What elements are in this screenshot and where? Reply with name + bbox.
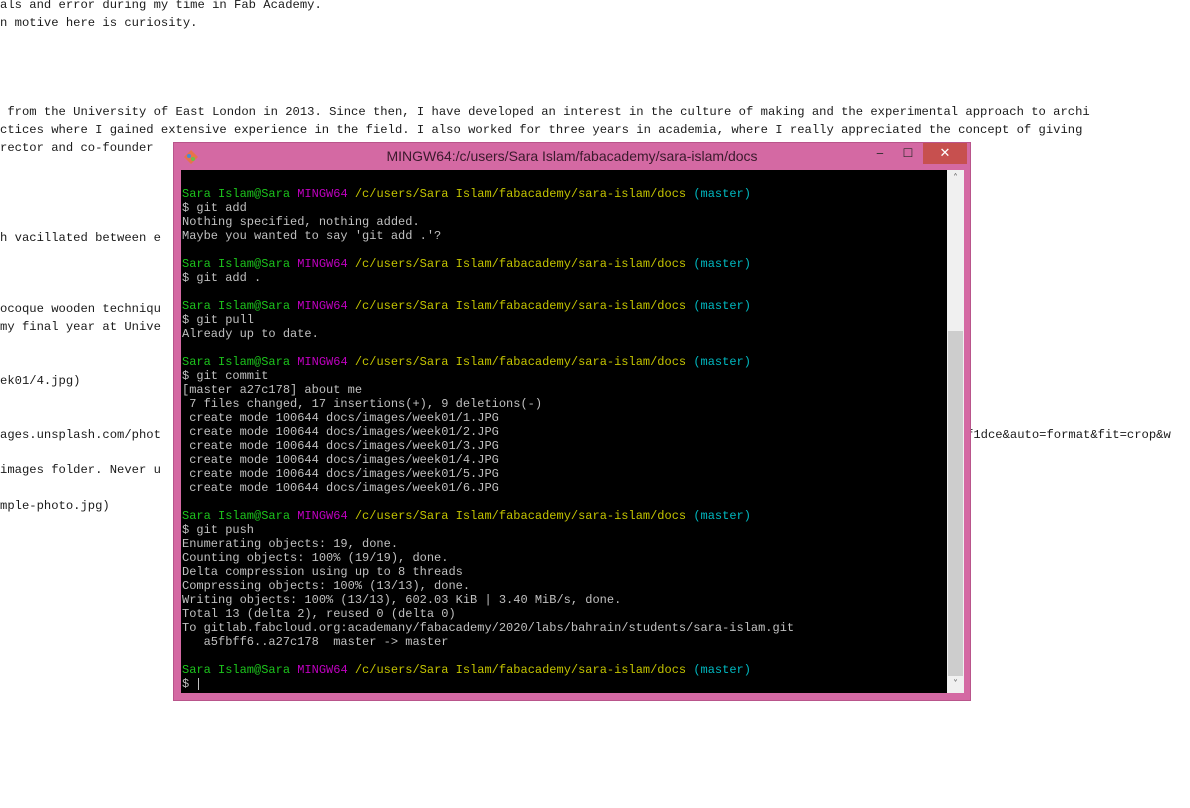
prompt-path: /c/users/Sara Islam/fabacademy/sara-isla… <box>354 187 687 201</box>
output-line: a5fbff6..a27c178 master -> master <box>182 635 449 649</box>
prompt-host: MINGW64 <box>297 509 348 523</box>
document-text-line: ctices where I gained extensive experien… <box>0 123 1083 138</box>
output-line: $ git add . <box>182 271 262 285</box>
document-text-line: n motive here is curiosity. <box>0 15 198 30</box>
prompt-path: /c/users/Sara Islam/fabacademy/sara-isla… <box>354 663 687 677</box>
output-line: $ git commit <box>182 369 269 383</box>
prompt-user: Sara Islam@Sara <box>182 257 291 271</box>
output-line: $ git add <box>182 201 247 215</box>
document-text-line: f1dce&auto=format&fit=crop&w <box>966 427 1171 442</box>
prompt-user: Sara Islam@Sara <box>182 299 291 313</box>
document-text-line: h vacillated between e <box>0 230 161 245</box>
output-line: To gitlab.fabcloud.org:academany/fabacad… <box>182 621 795 635</box>
title-bar[interactable]: MINGW64:/c/users/Sara Islam/fabacademy/s… <box>174 143 970 169</box>
document-text-line: rector and co-founder <box>0 141 154 156</box>
prompt-line: Sara Islam@Sara MINGW64 /c/users/Sara Is… <box>182 299 794 313</box>
output-line: create mode 100644 docs/images/week01/2.… <box>182 425 499 439</box>
output-line: Enumerating objects: 19, done. <box>182 537 399 551</box>
prompt-user: Sara Islam@Sara <box>182 509 291 523</box>
prompt-user: Sara Islam@Sara <box>182 187 291 201</box>
prompt-line: Sara Islam@Sara MINGW64 /c/users/Sara Is… <box>182 257 794 271</box>
output-line: $ git pull <box>182 313 255 327</box>
terminal-output[interactable]: Sara Islam@Sara MINGW64 /c/users/Sara Is… <box>181 170 947 693</box>
prompt-host: MINGW64 <box>297 187 348 201</box>
terminal-lines: Sara Islam@Sara MINGW64 /c/users/Sara Is… <box>182 187 794 691</box>
output-line: $ git push <box>182 523 255 537</box>
prompt-line: Sara Islam@Sara MINGW64 /c/users/Sara Is… <box>182 509 794 523</box>
prompt-line: Sara Islam@Sara MINGW64 /c/users/Sara Is… <box>182 663 794 677</box>
document-text-line: from the University of East London in 20… <box>0 105 1090 120</box>
output-line: Nothing specified, nothing added. <box>182 215 420 229</box>
prompt-host: MINGW64 <box>297 299 348 313</box>
window-title: MINGW64:/c/users/Sara Islam/fabacademy/s… <box>386 148 758 164</box>
output-line: Compressing objects: 100% (13/13), done. <box>182 579 471 593</box>
output-line: Counting objects: 100% (19/19), done. <box>182 551 449 565</box>
prompt-line: Sara Islam@Sara MINGW64 /c/users/Sara Is… <box>182 355 794 369</box>
scroll-down-arrow-icon[interactable]: ˅ <box>947 676 964 693</box>
prompt-branch: (master) <box>693 509 751 523</box>
prompt-branch: (master) <box>693 187 751 201</box>
prompt-path: /c/users/Sara Islam/fabacademy/sara-isla… <box>354 509 687 523</box>
prompt-line: Sara Islam@Sara MINGW64 /c/users/Sara Is… <box>182 187 794 201</box>
vertical-scrollbar[interactable]: ˄ ˅ <box>947 170 964 693</box>
document-text-line: als and error during my time in Fab Acad… <box>0 0 322 12</box>
maximize-button[interactable]: ☐ <box>894 143 922 164</box>
prompt-path: /c/users/Sara Islam/fabacademy/sara-isla… <box>354 355 687 369</box>
prompt-path: /c/users/Sara Islam/fabacademy/sara-isla… <box>354 299 687 313</box>
output-line: 7 files changed, 17 insertions(+), 9 del… <box>182 397 543 411</box>
prompt-path: /c/users/Sara Islam/fabacademy/sara-isla… <box>354 257 687 271</box>
output-line: create mode 100644 docs/images/week01/1.… <box>182 411 499 425</box>
prompt-branch: (master) <box>693 257 751 271</box>
document-text-line: ages.unsplash.com/phot <box>0 427 161 442</box>
input-prompt-symbol: $ <box>182 677 190 691</box>
prompt-branch: (master) <box>693 355 751 369</box>
close-button[interactable]: ✕ <box>923 143 967 164</box>
command-input-line[interactable]: $ <box>182 677 794 691</box>
prompt-user: Sara Islam@Sara <box>182 355 291 369</box>
output-line: create mode 100644 docs/images/week01/6.… <box>182 481 499 495</box>
output-line: Total 13 (delta 2), reused 0 (delta 0) <box>182 607 456 621</box>
document-text-line: my final year at Unive <box>0 320 161 335</box>
output-line: Maybe you wanted to say 'git add .'? <box>182 229 442 243</box>
output-line: Writing objects: 100% (13/13), 602.03 Ki… <box>182 593 622 607</box>
prompt-branch: (master) <box>693 663 751 677</box>
output-line: create mode 100644 docs/images/week01/4.… <box>182 453 499 467</box>
output-line: [master a27c178] about me <box>182 383 363 397</box>
document-text-line: images folder. Never u <box>0 463 161 478</box>
scrollbar-thumb[interactable] <box>948 331 963 676</box>
prompt-user: Sara Islam@Sara <box>182 663 291 677</box>
document-text-line: mple-photo.jpg) <box>0 499 110 514</box>
prompt-host: MINGW64 <box>297 355 348 369</box>
minimize-button[interactable]: ‒ <box>866 143 894 164</box>
document-text-line: ek01/4.jpg) <box>0 373 81 388</box>
scroll-up-arrow-icon[interactable]: ˄ <box>947 170 964 187</box>
output-line: Delta compression using up to 8 threads <box>182 565 463 579</box>
output-line: create mode 100644 docs/images/week01/5.… <box>182 467 499 481</box>
prompt-host: MINGW64 <box>297 257 348 271</box>
text-cursor <box>198 677 200 690</box>
output-line: create mode 100644 docs/images/week01/3.… <box>182 439 499 453</box>
prompt-host: MINGW64 <box>297 663 348 677</box>
mingw64-terminal-window[interactable]: MINGW64:/c/users/Sara Islam/fabacademy/s… <box>173 142 971 701</box>
prompt-branch: (master) <box>693 299 751 313</box>
output-line: Already up to date. <box>182 327 319 341</box>
document-text-line: ocoque wooden techniqu <box>0 302 161 317</box>
